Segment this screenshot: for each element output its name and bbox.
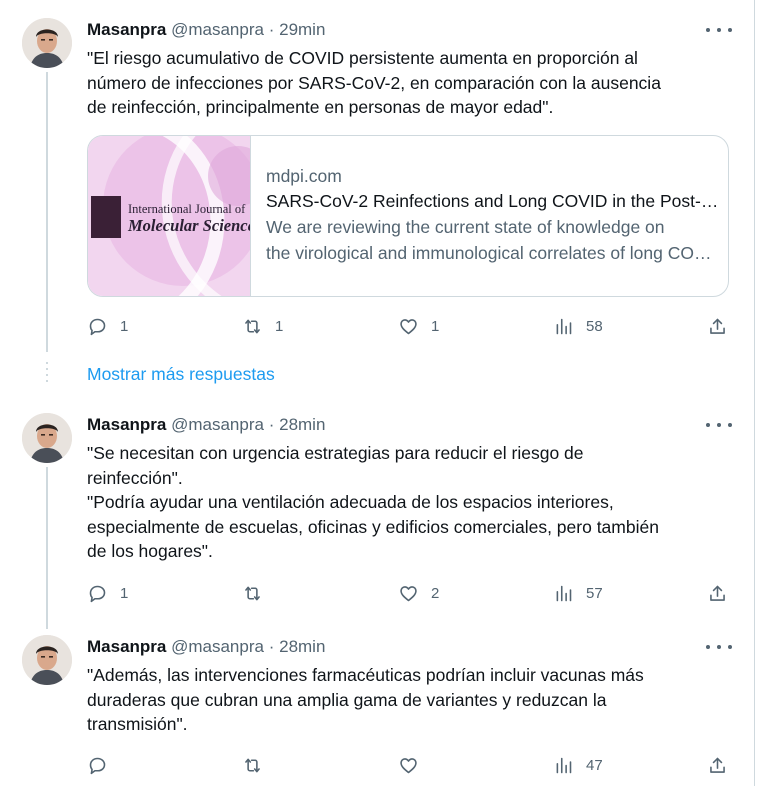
thread-dots (46, 362, 48, 386)
author-name[interactable]: Masanpra (87, 415, 166, 434)
reply-icon (89, 318, 106, 335)
more-icon[interactable] (706, 637, 732, 657)
avatar[interactable] (22, 18, 72, 68)
views-icon (556, 757, 572, 773)
thread-line (46, 467, 48, 629)
reply-count: 1 (120, 584, 129, 602)
views-count: 57 (586, 584, 603, 602)
avatar[interactable] (22, 635, 72, 685)
share-icon (710, 757, 725, 773)
more-icon[interactable] (706, 415, 732, 435)
avatar-image (22, 635, 72, 685)
reply-button[interactable]: 1 (87, 581, 128, 605)
separator: · (268, 415, 275, 434)
views-count: 47 (586, 756, 603, 774)
retweet-icon (245, 319, 260, 333)
tweet-text: "Se necesitan con urgencia estrategias p… (87, 443, 659, 561)
views-icon (556, 318, 572, 334)
author-handle[interactable]: @masanpra (171, 637, 264, 656)
journal-name-line1: International Journal of (128, 202, 246, 216)
card-body: mdpi.com SARS-CoV-2 Reinfections and Lon… (266, 164, 721, 266)
tweet-header: Masanpra @masanpra · 28min (87, 414, 325, 436)
avatar[interactable] (22, 413, 72, 463)
avatar-image (22, 18, 72, 68)
action-bar: 47 (87, 753, 737, 777)
reply-count: 1 (120, 317, 129, 335)
like-icon (400, 585, 417, 601)
like-count: 1 (431, 317, 440, 335)
journal-logo-icon (91, 196, 121, 238)
separator: · (268, 637, 275, 656)
card-title: SARS-CoV-2 Reinfections and Long COVID i… (266, 191, 721, 211)
link-card[interactable]: International Journal of Molecular Scien… (87, 135, 729, 297)
tweet-header: Masanpra @masanpra · 28min (87, 636, 325, 658)
action-bar: 1 2 57 (87, 581, 737, 605)
like-count: 2 (431, 584, 440, 602)
card-image: International Journal of Molecular Scien… (88, 136, 251, 296)
avatar-image (22, 413, 72, 463)
views-icon (556, 585, 572, 601)
timeline-border (754, 0, 755, 786)
retweet-button[interactable]: 1 (242, 314, 283, 338)
share-button[interactable] (707, 753, 728, 777)
like-button[interactable]: 2 (398, 581, 439, 605)
author-handle[interactable]: @masanpra (171, 20, 264, 39)
author-name[interactable]: Masanpra (87, 20, 166, 39)
retweet-icon (245, 758, 260, 772)
action-bar: 1 1 1 58 (87, 314, 737, 338)
like-button[interactable] (398, 753, 431, 777)
more-icon[interactable] (706, 20, 732, 40)
tweet-header: Masanpra @masanpra · 29min (87, 19, 325, 41)
reply-icon (89, 585, 106, 602)
thread-line (46, 72, 48, 352)
share-button[interactable] (707, 314, 728, 338)
views-button[interactable]: 58 (553, 314, 603, 338)
retweet-button[interactable] (242, 581, 275, 605)
retweet-button[interactable] (242, 753, 275, 777)
reply-button[interactable]: 1 (87, 314, 128, 338)
author-handle[interactable]: @masanpra (171, 415, 264, 434)
show-more-replies-link[interactable]: Mostrar más respuestas (87, 364, 275, 385)
separator: · (268, 20, 275, 39)
views-button[interactable]: 57 (553, 581, 603, 605)
timestamp[interactable]: 28min (279, 415, 325, 434)
like-icon (400, 757, 417, 773)
like-button[interactable]: 1 (398, 314, 439, 338)
card-desc-line1: We are reviewing the current state of kn… (266, 217, 665, 237)
retweet-count: 1 (275, 317, 284, 335)
card-domain: mdpi.com (266, 166, 342, 186)
views-count: 58 (586, 317, 603, 335)
journal-name-line2: Molecular Sciences (128, 216, 251, 235)
author-name[interactable]: Masanpra (87, 637, 166, 656)
share-icon (710, 318, 725, 334)
tweet-text: "Además, las intervenciones farmacéutica… (87, 665, 644, 734)
tweet-text: "El riesgo acumulativo de COVID persiste… (87, 48, 661, 117)
reply-button[interactable] (87, 753, 120, 777)
share-icon (710, 585, 725, 601)
retweet-icon (245, 586, 260, 600)
timestamp[interactable]: 29min (279, 20, 325, 39)
timestamp[interactable]: 28min (279, 637, 325, 656)
card-description: We are reviewing the current state of kn… (266, 214, 721, 266)
like-icon (400, 318, 417, 334)
reply-icon (89, 757, 106, 774)
views-button[interactable]: 47 (553, 753, 603, 777)
card-desc-line2: the virological and immunological correl… (266, 243, 721, 263)
share-button[interactable] (707, 581, 728, 605)
